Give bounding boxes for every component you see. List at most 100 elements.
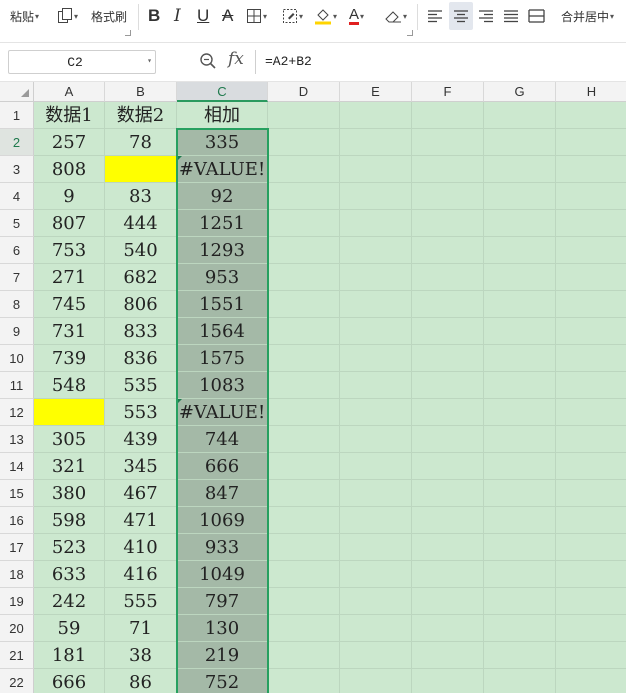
cell-b6[interactable]: 540 (105, 237, 177, 264)
cell-f10[interactable] (412, 345, 484, 372)
column-header-c[interactable]: C (177, 82, 268, 102)
cell-d2[interactable] (268, 129, 340, 156)
dialog-launcher-icon[interactable] (125, 30, 131, 36)
cell-g19[interactable] (484, 588, 556, 615)
cell-g18[interactable] (484, 561, 556, 588)
row-header[interactable]: 8 (0, 291, 34, 318)
cell-c15[interactable]: 847 (177, 480, 268, 507)
cell-a3[interactable]: 808 (34, 156, 105, 183)
cell-c22[interactable]: 752 (177, 669, 268, 693)
cell-b22[interactable]: 86 (105, 669, 177, 693)
cell-e18[interactable] (340, 561, 412, 588)
cell-h5[interactable] (556, 210, 626, 237)
cell-g12[interactable] (484, 399, 556, 426)
cell-a16[interactable]: 598 (34, 507, 105, 534)
cell-b18[interactable]: 416 (105, 561, 177, 588)
cell-e22[interactable] (340, 669, 412, 693)
cell-e15[interactable] (340, 480, 412, 507)
cell-f11[interactable] (412, 372, 484, 399)
select-all-corner[interactable] (0, 82, 34, 102)
cell-g1[interactable] (484, 102, 556, 129)
cell-c19[interactable]: 797 (177, 588, 268, 615)
row-header[interactable]: 17 (0, 534, 34, 561)
row-header[interactable]: 5 (0, 210, 34, 237)
cell-c16[interactable]: 1069 (177, 507, 268, 534)
cell-d20[interactable] (268, 615, 340, 642)
column-header-a[interactable]: A (34, 82, 105, 102)
font-color-button[interactable]: A ▾ (349, 2, 364, 30)
cell-g9[interactable] (484, 318, 556, 345)
cell-h4[interactable] (556, 183, 626, 210)
cell-c13[interactable]: 744 (177, 426, 268, 453)
align-right-button[interactable] (478, 2, 494, 30)
cell-e4[interactable] (340, 183, 412, 210)
cell-d1[interactable] (268, 102, 340, 129)
cell-e10[interactable] (340, 345, 412, 372)
cell-e11[interactable] (340, 372, 412, 399)
cell-f1[interactable] (412, 102, 484, 129)
cell-e19[interactable] (340, 588, 412, 615)
cell-a21[interactable]: 181 (34, 642, 105, 669)
cell-g7[interactable] (484, 264, 556, 291)
row-header[interactable]: 10 (0, 345, 34, 372)
underline-button[interactable]: U (197, 2, 209, 30)
row-header[interactable]: 4 (0, 183, 34, 210)
cell-e5[interactable] (340, 210, 412, 237)
fill-color-button[interactable]: ▾ (314, 2, 337, 30)
row-header[interactable]: 3 (0, 156, 34, 183)
cell-f14[interactable] (412, 453, 484, 480)
cell-e6[interactable] (340, 237, 412, 264)
cell-d14[interactable] (268, 453, 340, 480)
formula-input[interactable]: =A2+B2 (255, 50, 626, 74)
zoom-button[interactable] (199, 52, 217, 75)
cell-b19[interactable]: 555 (105, 588, 177, 615)
cell-b14[interactable]: 345 (105, 453, 177, 480)
align-center-button[interactable] (449, 2, 473, 30)
cell-h10[interactable] (556, 345, 626, 372)
cell-d4[interactable] (268, 183, 340, 210)
cell-a14[interactable]: 321 (34, 453, 105, 480)
cell-a20[interactable]: 59 (34, 615, 105, 642)
cell-g13[interactable] (484, 426, 556, 453)
cell-h7[interactable] (556, 264, 626, 291)
cell-d17[interactable] (268, 534, 340, 561)
row-header[interactable]: 14 (0, 453, 34, 480)
cell-e8[interactable] (340, 291, 412, 318)
cell-f9[interactable] (412, 318, 484, 345)
cell-a6[interactable]: 753 (34, 237, 105, 264)
cell-f13[interactable] (412, 426, 484, 453)
cell-g8[interactable] (484, 291, 556, 318)
cell-a4[interactable]: 9 (34, 183, 105, 210)
cell-c10[interactable]: 1575 (177, 345, 268, 372)
cell-c18[interactable]: 1049 (177, 561, 268, 588)
cell-f4[interactable] (412, 183, 484, 210)
cell-b11[interactable]: 535 (105, 372, 177, 399)
cell-b2[interactable]: 78 (105, 129, 177, 156)
row-header[interactable]: 22 (0, 669, 34, 693)
cell-f17[interactable] (412, 534, 484, 561)
row-header[interactable]: 20 (0, 615, 34, 642)
format-painter-button[interactable]: 格式刷 (91, 2, 127, 30)
cell-a9[interactable]: 731 (34, 318, 105, 345)
cell-f22[interactable] (412, 669, 484, 693)
cell-h14[interactable] (556, 453, 626, 480)
row-header[interactable]: 11 (0, 372, 34, 399)
cell-e12[interactable] (340, 399, 412, 426)
cell-f21[interactable] (412, 642, 484, 669)
cell-d9[interactable] (268, 318, 340, 345)
chevron-down-icon[interactable]: ▾ (147, 56, 152, 66)
cell-a19[interactable]: 242 (34, 588, 105, 615)
cell-a2[interactable]: 257 (34, 129, 105, 156)
cell-a13[interactable]: 305 (34, 426, 105, 453)
row-header[interactable]: 16 (0, 507, 34, 534)
justify-button[interactable] (503, 2, 519, 30)
strikethrough-button[interactable]: A (222, 2, 233, 30)
cell-a22[interactable]: 666 (34, 669, 105, 693)
column-header-h[interactable]: H (556, 82, 626, 102)
cell-h20[interactable] (556, 615, 626, 642)
cell-h15[interactable] (556, 480, 626, 507)
cell-h6[interactable] (556, 237, 626, 264)
cell-d10[interactable] (268, 345, 340, 372)
cell-g10[interactable] (484, 345, 556, 372)
cell-f16[interactable] (412, 507, 484, 534)
